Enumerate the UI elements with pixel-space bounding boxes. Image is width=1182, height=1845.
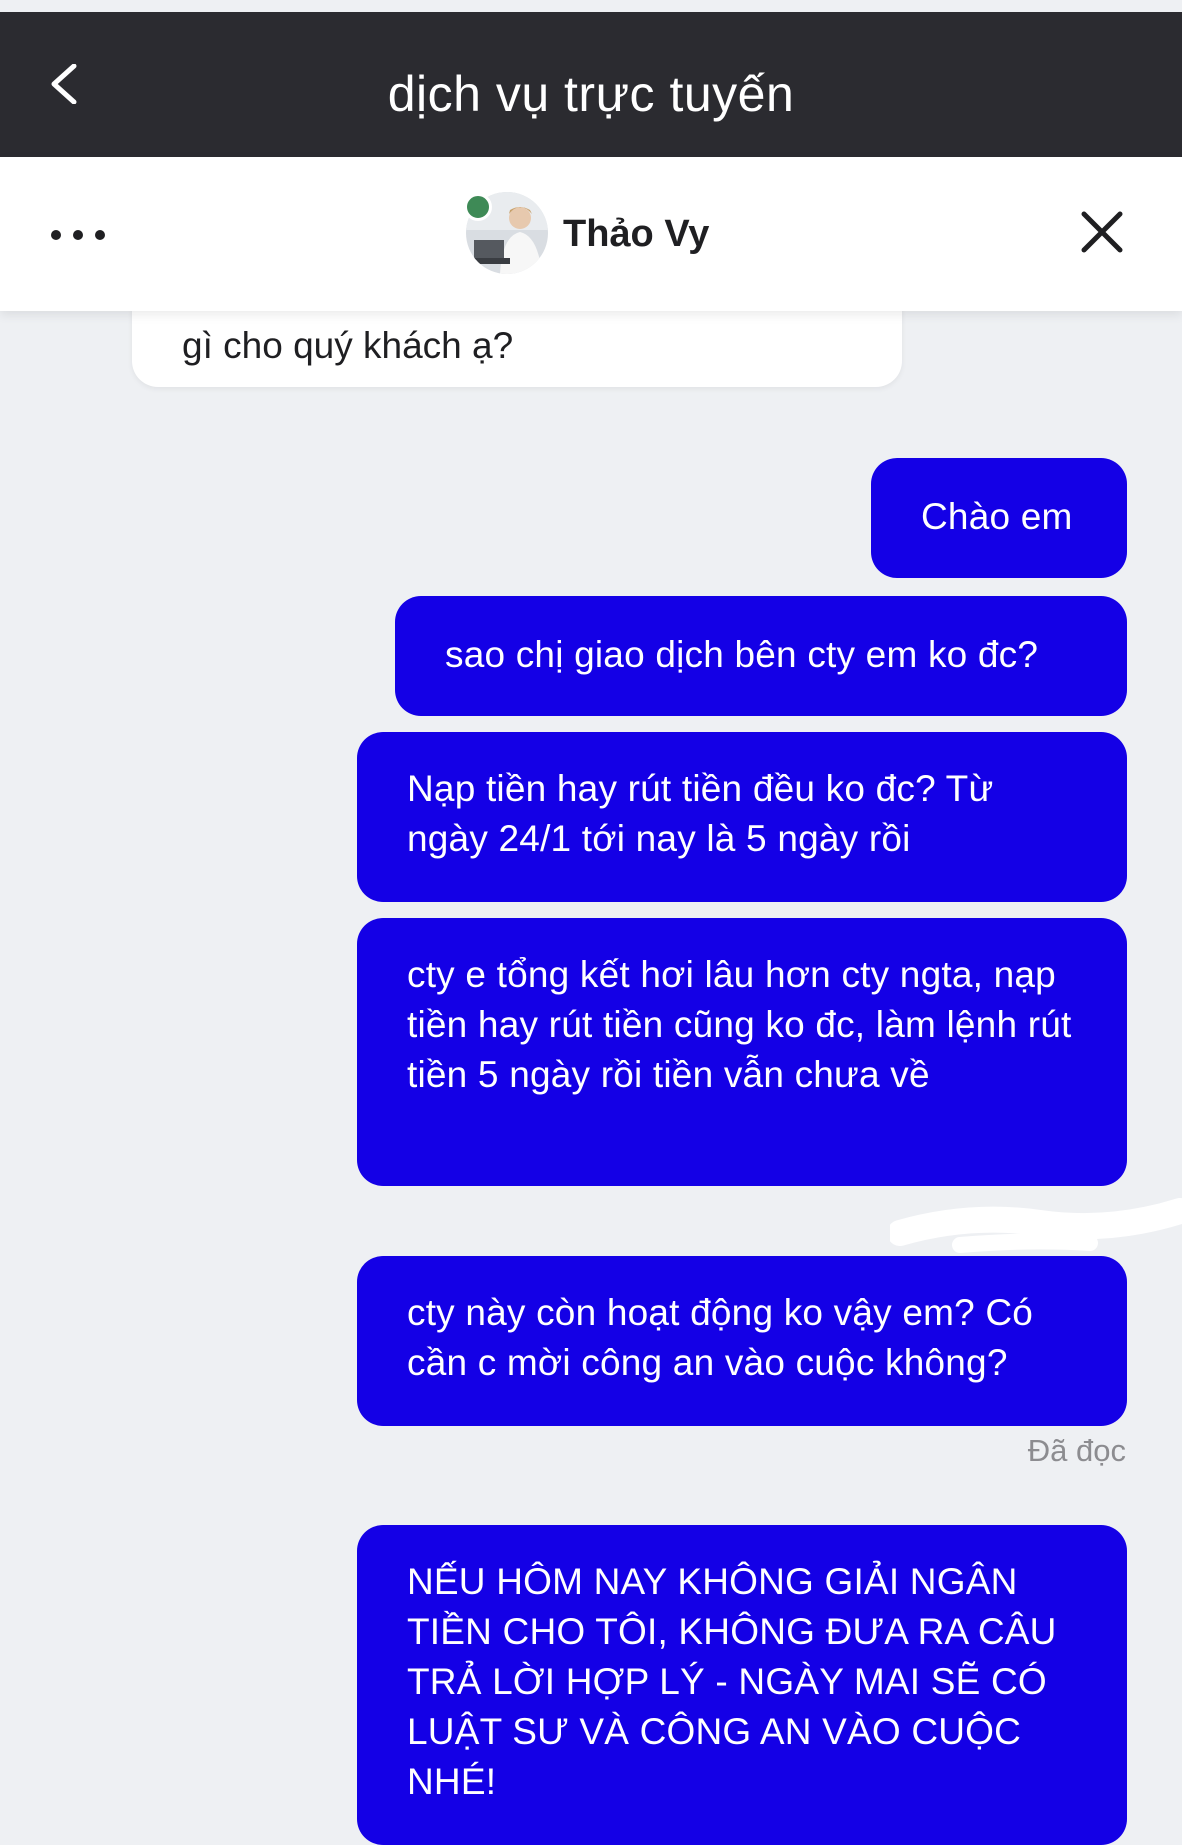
outgoing-message: NẾU HÔM NAY KHÔNG GIẢI NGÂN TIỀN CHO TÔI… (357, 1525, 1127, 1845)
more-dots-icon[interactable] (50, 229, 110, 241)
outgoing-message: cty e tổng kết hơi lâu hơn cty ngta, nạp… (357, 918, 1127, 1186)
message-list[interactable]: gì cho quý khách ạ? Chào em sao chị giao… (0, 271, 1182, 1845)
online-status-dot (464, 193, 492, 221)
redaction-scribble (890, 1198, 1182, 1253)
page-title: dịch vụ trực tuyến (387, 66, 795, 122)
agent-name: Thảo Vy (563, 213, 710, 255)
chat-header: Thảo Vy (0, 157, 1182, 311)
outgoing-message: Nạp tiền hay rút tiền đều ko đc? Từ ngày… (357, 732, 1127, 902)
outgoing-message: cty này còn hoạt động ko vậy em? Có cần … (357, 1256, 1127, 1426)
outgoing-message: sao chị giao dịch bên cty em ko đc? (395, 596, 1127, 716)
read-receipt: Đã đọc (1027, 1433, 1126, 1468)
app-header: dịch vụ trực tuyến (0, 12, 1182, 157)
outgoing-message: Chào em (871, 458, 1127, 578)
close-icon[interactable] (1080, 210, 1124, 254)
